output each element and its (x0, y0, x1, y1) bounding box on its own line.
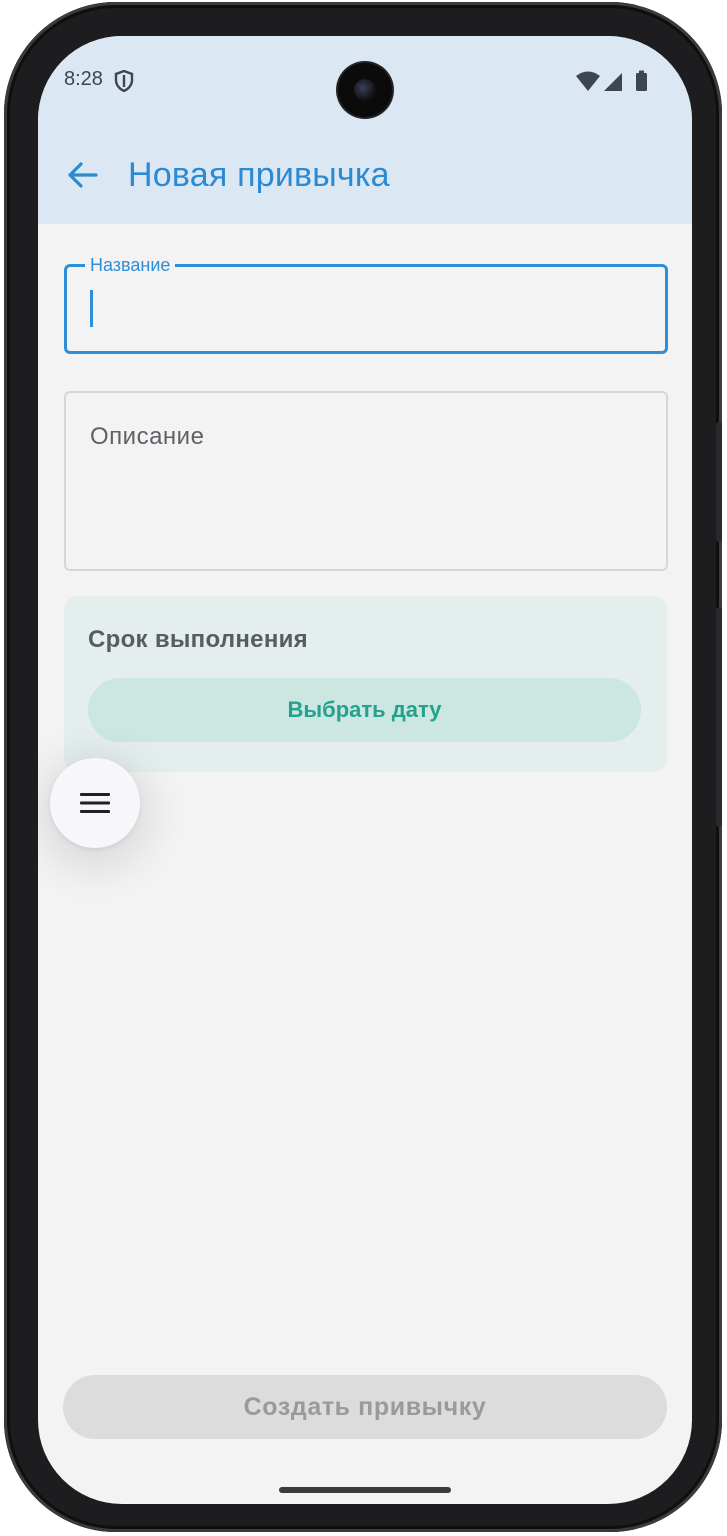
deadline-card: Срок выполнения Выбрать дату (64, 596, 667, 772)
menu-fab[interactable] (50, 758, 140, 848)
create-habit-button[interactable]: Создать привычку (63, 1375, 667, 1439)
wifi-icon (576, 71, 600, 91)
name-field-label: Название (85, 253, 176, 277)
deadline-title: Срок выполнения (88, 626, 308, 653)
name-field[interactable]: Название (64, 253, 668, 354)
menu-icon (80, 793, 110, 813)
volume-button (716, 607, 722, 827)
text-cursor (90, 290, 93, 327)
power-button (716, 422, 722, 542)
description-field[interactable]: Описание (64, 391, 668, 571)
screen: 8:28 Новая привычка Название Описание Ср… (38, 36, 692, 1504)
arrow-back-icon[interactable] (66, 158, 100, 192)
home-indicator[interactable] (279, 1487, 451, 1493)
status-icons (576, 70, 647, 91)
pick-date-button[interactable]: Выбрать дату (88, 678, 641, 742)
cellular-signal-icon (604, 73, 622, 91)
page-title: Новая привычка (128, 156, 390, 194)
app-bar: 8:28 Новая привычка (38, 36, 692, 224)
front-camera (338, 63, 392, 117)
description-placeholder: Описание (90, 423, 205, 450)
shield-icon (114, 70, 134, 92)
phone-frame: 8:28 Новая привычка Название Описание Ср… (4, 2, 722, 1532)
status-time: 8:28 (64, 68, 103, 90)
battery-icon (636, 70, 647, 91)
